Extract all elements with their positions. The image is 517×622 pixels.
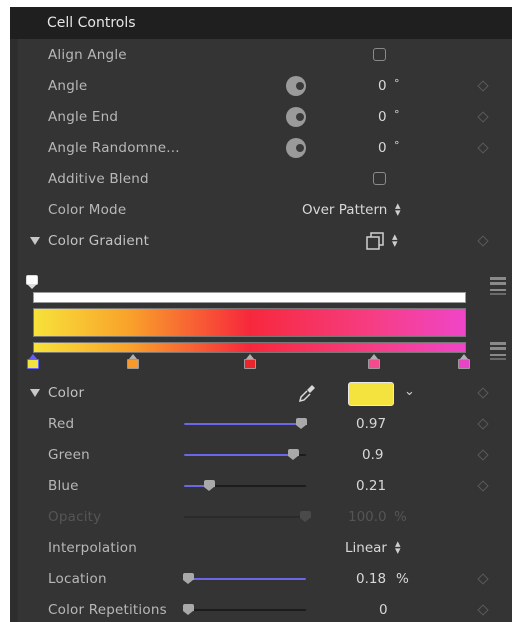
row-angle-end: Angle End 0 °	[18, 102, 512, 133]
opacity-value: 100.0	[348, 509, 387, 525]
angle-randomness-keyframe-icon[interactable]	[477, 142, 489, 154]
red-slider[interactable]	[184, 418, 308, 429]
align-angle-label: Align Angle	[48, 47, 127, 63]
location-unit: %	[396, 571, 409, 587]
color-repetitions-keyframe-icon[interactable]	[477, 604, 489, 616]
color-gradient-label: Color Gradient	[48, 233, 150, 249]
color-repetitions-value[interactable]: 0	[379, 602, 388, 618]
green-slider[interactable]	[184, 449, 306, 460]
eyedropper-icon[interactable]	[298, 383, 316, 403]
color-disclosure-icon[interactable]	[30, 389, 40, 397]
location-keyframe-icon[interactable]	[477, 573, 489, 585]
color-mode-updown-icon[interactable]: ▴ ▾	[395, 200, 401, 218]
color-label: Color	[48, 385, 85, 401]
opacity-slider	[184, 511, 311, 522]
angle-randomness-label: Angle Randomne...	[48, 140, 180, 156]
color-swatch[interactable]	[348, 382, 394, 406]
row-color-gradient: Color Gradient ▴ ▾	[18, 226, 512, 257]
row-opacity: Opacity 100.0 %	[18, 502, 512, 533]
gradient-preset-updown-icon[interactable]: ▴ ▾	[392, 231, 398, 249]
row-green: Green 0.9	[18, 440, 512, 471]
angle-keyframe-icon[interactable]	[477, 80, 489, 92]
stop-orange[interactable]	[127, 354, 139, 370]
blue-label: Blue	[48, 478, 79, 494]
opacity-stop-white[interactable]	[26, 275, 38, 291]
color-grid-icon[interactable]	[490, 354, 506, 368]
blue-value[interactable]: 0.21	[356, 478, 386, 494]
interpolation-updown-icon[interactable]: ▴ ▾	[395, 538, 401, 556]
angle-randomness-dial-icon[interactable]	[286, 138, 306, 158]
section-header: Cell Controls	[10, 7, 512, 39]
red-label: Red	[48, 416, 75, 432]
opacity-label: Opacity	[48, 509, 102, 525]
row-angle: Angle 0 °	[18, 71, 512, 102]
blue-keyframe-icon[interactable]	[477, 480, 489, 492]
opacity-grid-icon[interactable]	[490, 289, 506, 303]
row-location: Location 0.18 %	[18, 564, 512, 595]
chevron-down-icon[interactable]: ⌄	[404, 384, 415, 399]
row-additive-blend: Additive Blend	[18, 164, 512, 195]
angle-end-label: Angle End	[48, 109, 119, 125]
stop-red[interactable]	[244, 354, 256, 370]
location-value[interactable]: 0.18	[356, 571, 386, 587]
row-angle-randomness: Angle Randomne... 0 °	[18, 133, 512, 164]
red-keyframe-icon[interactable]	[477, 418, 489, 430]
row-align-angle: Align Angle	[18, 40, 512, 71]
gradient-preset-icon[interactable]	[366, 232, 384, 250]
angle-dial-icon[interactable]	[286, 76, 306, 96]
section-title: Cell Controls	[47, 15, 136, 31]
row-color-repetitions: Color Repetitions 0	[18, 595, 512, 622]
gradient-preview	[33, 308, 466, 337]
color-mode-label: Color Mode	[48, 202, 127, 218]
green-keyframe-icon[interactable]	[477, 449, 489, 461]
gradient-editor	[18, 271, 512, 379]
angle-randomness-unit: °	[394, 139, 400, 152]
green-value[interactable]: 0.9	[362, 447, 383, 463]
angle-end-unit: °	[394, 108, 400, 121]
color-gradient-disclosure-icon[interactable]	[30, 237, 40, 245]
additive-blend-checkbox[interactable]	[373, 172, 386, 185]
angle-unit: °	[394, 77, 400, 90]
color-bar[interactable]	[33, 342, 466, 353]
angle-end-keyframe-icon[interactable]	[477, 111, 489, 123]
interpolation-label: Interpolation	[48, 540, 137, 556]
row-color: Color ⌄	[18, 378, 512, 409]
color-keyframe-icon[interactable]	[477, 387, 489, 399]
blue-slider[interactable]	[184, 480, 306, 491]
row-interpolation: Interpolation Linear ▴ ▾	[18, 533, 512, 564]
angle-end-value[interactable]: 0	[378, 109, 387, 125]
location-label: Location	[48, 571, 107, 587]
location-slider[interactable]	[183, 573, 306, 584]
angle-label: Angle	[48, 78, 88, 94]
color-gradient-keyframe-icon[interactable]	[477, 235, 489, 247]
green-label: Green	[48, 447, 90, 463]
row-blue: Blue 0.21	[18, 471, 512, 502]
row-red: Red 0.97	[18, 409, 512, 440]
stop-pink[interactable]	[368, 354, 380, 370]
additive-blend-label: Additive Blend	[48, 171, 149, 187]
inspector-window: Cell Controls Align Angle Angle 0 ° Angl…	[10, 7, 512, 622]
color-mode-popup[interactable]: Over Pattern	[302, 202, 387, 218]
red-value[interactable]: 0.97	[356, 416, 386, 432]
opacity-unit: %	[394, 509, 407, 525]
angle-end-dial-icon[interactable]	[286, 107, 306, 127]
stop-yellow[interactable]	[27, 354, 39, 370]
opacity-bar[interactable]	[33, 292, 466, 303]
stop-magenta[interactable]	[458, 354, 470, 370]
controls-panel: Align Angle Angle 0 ° Angle End 0 ° Angl…	[18, 39, 512, 622]
interpolation-popup[interactable]: Linear	[345, 540, 387, 556]
align-angle-checkbox[interactable]	[373, 48, 386, 61]
color-repetitions-slider[interactable]	[183, 604, 306, 615]
row-color-mode: Color Mode Over Pattern ▴ ▾	[18, 195, 512, 226]
angle-randomness-value[interactable]: 0	[378, 140, 387, 156]
angle-value[interactable]: 0	[378, 78, 387, 94]
color-repetitions-label: Color Repetitions	[48, 602, 167, 618]
